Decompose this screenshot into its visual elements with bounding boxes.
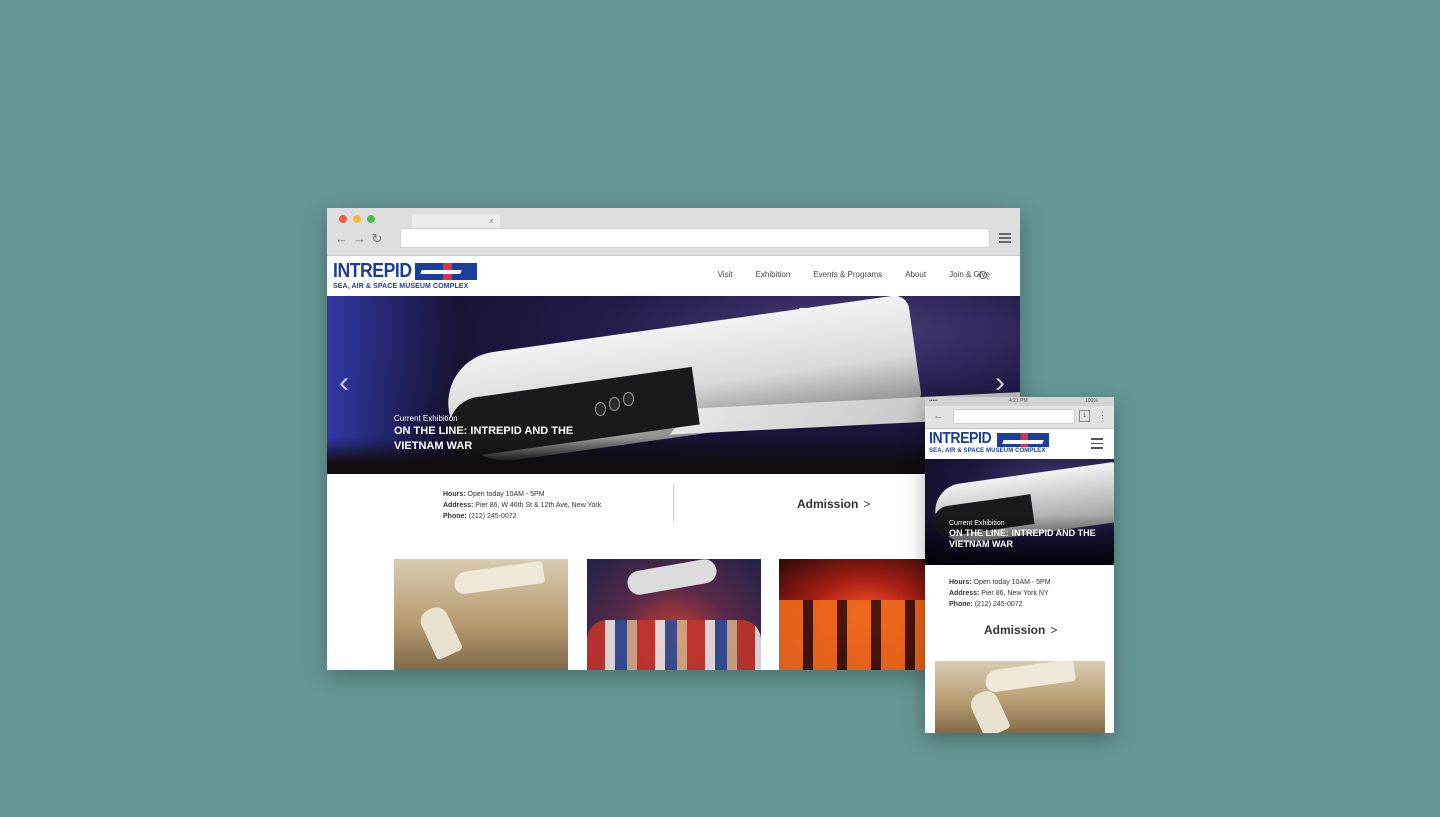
plane-image [625,559,719,597]
browser-tab[interactable]: × [412,214,500,228]
hero-kicker: Current Exhibition [394,414,458,423]
tab-close-icon[interactable]: × [489,214,494,228]
tabs-count-icon[interactable]: 1 [1079,410,1090,422]
browser-menu-icon[interactable] [999,233,1011,245]
main-nav: Visit Exhibition Events & Programs About… [695,270,990,279]
phone-value[interactable]: (212) 245-0072 [975,601,1023,608]
forward-arrow-icon[interactable]: → [353,230,366,248]
reload-icon[interactable]: ↻ [371,230,383,248]
hours-label: Hours: [443,491,466,498]
hours-value: Open today 10AM - 5PM [973,579,1051,586]
feature-card-kids-program[interactable] [587,559,761,670]
address-bar[interactable] [400,228,990,248]
phone-label: Phone: [443,513,467,520]
admission-link[interactable]: Admission > [984,623,1057,637]
deck-crew-image [967,687,1011,733]
status-time: 4:21 PM [1009,398,1028,404]
mobile-browser-chrome: ← 1 ⋮ [925,406,1114,429]
phone-value[interactable]: (212) 245-0072 [469,513,517,520]
kids-image [587,620,761,670]
admission-label: Admission [984,623,1046,637]
site-header: INTREPID SEA, AIR & SPACE MUSEUM COMPLEX… [327,256,1020,296]
divider [673,485,674,522]
minimize-window-dot[interactable] [353,215,361,223]
status-bar: ••••• 4:21 PM 100% [925,397,1114,406]
deck-crew-image [416,603,464,661]
hero-caption[interactable]: Current Exhibition ON THE LINE: INTREPID… [394,414,574,454]
mobile-site-header: INTREPID SEA, AIR & SPACE MUSEUM COMPLEX [925,429,1114,459]
logo-wordmark: INTREPID [333,260,412,282]
jet-image [983,661,1077,694]
hero-caption[interactable]: Current Exhibition ON THE LINE: INTREPID… [949,520,1099,550]
hero-title: ON THE LINE: INTREPID AND THE VIETNAM WA… [949,528,1096,549]
back-arrow-icon[interactable]: ← [335,230,348,248]
hours-label: Hours: [949,579,972,586]
feature-card-aircraft-carrier[interactable] [935,661,1105,733]
admission-link[interactable]: Admission > [797,497,870,511]
mobile-address-bar[interactable] [953,409,1075,424]
phone-label: Phone: [949,601,973,608]
address-label: Address: [949,590,980,597]
nav-item-exhibition[interactable]: Exhibition [756,270,791,279]
logo-wordmark: INTREPID [929,430,992,447]
close-window-dot[interactable] [339,215,347,223]
logo-subtitle: SEA, AIR & SPACE MUSEUM COMPLEX [333,283,469,290]
chevron-right-icon: > [1050,623,1058,637]
hero-carousel[interactable]: ‹ › Current Exhibition ON THE LINE: INTR… [327,296,1020,474]
desktop-browser-mockup: × ← → ↻ INTREPID SEA, AIR & SPACE MUSEUM… [327,208,1020,670]
carousel-next-arrow-icon[interactable]: › [995,368,1005,398]
address-label: Address: [443,502,474,509]
mobile-visitor-info: Hours: Open today 10AM - 5PM Address: Pi… [949,577,1051,610]
carousel-prev-arrow-icon[interactable]: ‹ [339,368,349,398]
nav-item-visit[interactable]: Visit [718,270,733,279]
hours-value: Open today 10AM - 5PM [467,491,545,498]
shuttle-window [623,392,634,406]
flag-icon [997,433,1049,447]
visitor-info-text: Hours: Open today 10AM - 5PM Address: Pi… [443,489,601,522]
admission-label: Admission [797,497,859,511]
search-icon[interactable] [979,271,987,279]
intrepid-logo[interactable]: INTREPID SEA, AIR & SPACE MUSEUM COMPLEX [333,261,483,293]
address-value: Pier 86, W 46th St & 12th Ave, New York [475,502,602,509]
mobile-hero[interactable]: Current Exhibition ON THE LINE: INTREPID… [925,459,1114,565]
maximize-window-dot[interactable] [367,215,375,223]
mobile-mockup: ••••• 4:21 PM 100% ← 1 ⋮ INTREPID SEA, A… [925,397,1114,733]
hero-kicker: Current Exhibition [949,520,1005,527]
battery-level: 100% [1085,398,1098,404]
back-arrow-icon[interactable]: ← [933,410,944,422]
logo-subtitle: SEA, AIR & SPACE MUSEUM COMPLEX [929,448,1046,454]
nav-item-events-programs[interactable]: Events & Programs [813,270,882,279]
chevron-right-icon: > [863,497,871,511]
shuttle-window [595,402,606,416]
more-menu-icon[interactable]: ⋮ [1098,409,1107,421]
feature-card-aircraft-carrier[interactable] [394,559,568,670]
hamburger-menu-icon[interactable] [1091,438,1103,452]
browser-nav-buttons: ← → ↻ [335,230,383,248]
signal-indicator: ••••• [929,398,938,404]
nav-item-about[interactable]: About [905,270,926,279]
jet-image [452,560,546,596]
intrepid-logo[interactable]: INTREPID SEA, AIR & SPACE MUSEUM COMPLEX [929,431,1054,457]
visitor-info: Hours: Open today 10AM - 5PM Address: Pi… [327,474,1020,554]
browser-chrome: × ← → ↻ [327,208,1020,256]
flag-icon [415,263,477,280]
shuttle-window [609,397,620,411]
address-value: Pier 86, New York NY [981,590,1049,597]
hero-title: ON THE LINE: INTREPID AND THE VIETNAM WA… [394,425,574,452]
